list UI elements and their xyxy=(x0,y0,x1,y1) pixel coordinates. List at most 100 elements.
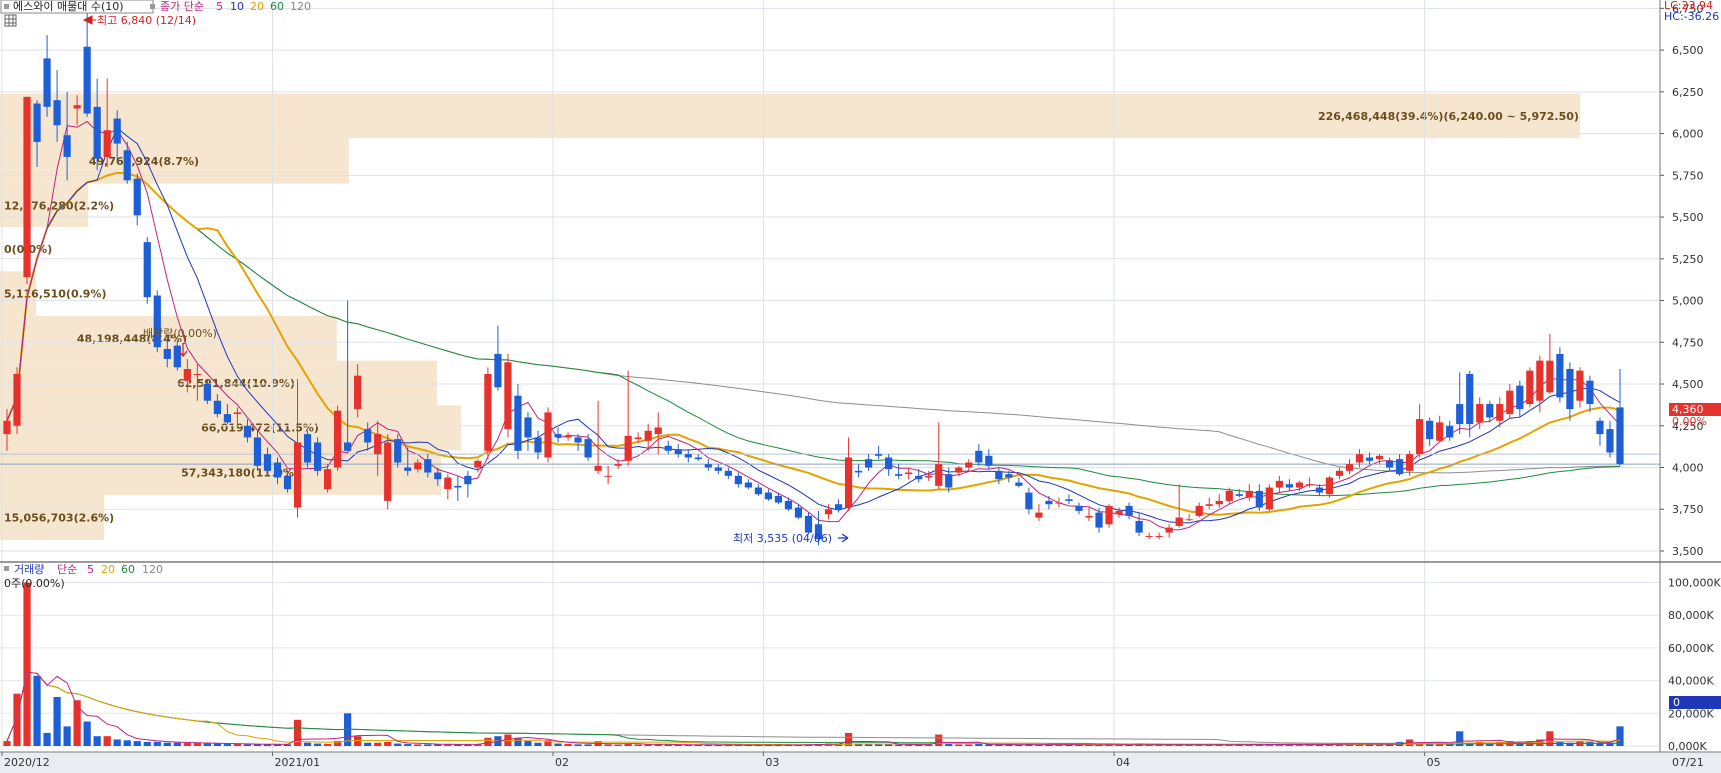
candle-body[interactable] xyxy=(1616,407,1624,465)
candle-body[interactable] xyxy=(1285,484,1293,488)
volume-bar[interactable] xyxy=(203,743,211,746)
candle-body[interactable] xyxy=(404,467,412,471)
volume-bar[interactable] xyxy=(364,742,372,746)
candle-body[interactable] xyxy=(444,477,452,490)
candle-body[interactable] xyxy=(1436,422,1444,441)
candle-body[interactable] xyxy=(23,96,31,278)
candle-body[interactable] xyxy=(915,475,923,480)
candle-body[interactable] xyxy=(1456,404,1464,425)
ma-legend-120[interactable]: 120 xyxy=(290,0,311,13)
volume-bar[interactable] xyxy=(414,744,422,746)
candle-body[interactable] xyxy=(784,500,793,510)
volume-bar[interactable] xyxy=(614,744,622,746)
candle-body[interactable] xyxy=(424,459,432,473)
volume-bar[interactable] xyxy=(183,743,191,746)
candle-body[interactable] xyxy=(824,509,833,515)
candle-body[interactable] xyxy=(905,472,913,475)
volume-bar[interactable] xyxy=(103,736,111,746)
candle-body[interactable] xyxy=(965,462,973,468)
candle-body[interactable] xyxy=(1486,404,1494,418)
volume-bar[interactable] xyxy=(384,741,392,746)
candle-body[interactable] xyxy=(794,507,803,518)
candle-body[interactable] xyxy=(93,106,101,159)
candle-body[interactable] xyxy=(504,362,512,430)
candle-body[interactable] xyxy=(1586,380,1594,405)
candle-body[interactable] xyxy=(1446,425,1454,438)
candle-body[interactable] xyxy=(534,437,542,453)
candle-body[interactable] xyxy=(1245,490,1253,498)
vol-ma-legend-60[interactable]: 60 xyxy=(121,563,135,576)
candle-body[interactable] xyxy=(1005,474,1013,478)
candle-body[interactable] xyxy=(895,474,903,476)
volume-bar[interactable] xyxy=(193,743,201,746)
candle-body[interactable] xyxy=(664,445,672,451)
candle-body[interactable] xyxy=(1385,460,1394,468)
candle-body[interactable] xyxy=(474,460,482,468)
volume-bar[interactable] xyxy=(885,744,893,746)
candle-body[interactable] xyxy=(684,454,692,458)
candle-body[interactable] xyxy=(1325,477,1334,495)
candle-body[interactable] xyxy=(1516,385,1524,410)
candle-body[interactable] xyxy=(334,410,342,468)
candle-body[interactable] xyxy=(1075,505,1083,511)
candle-body[interactable] xyxy=(1395,459,1404,475)
volume-bar[interactable] xyxy=(133,741,141,746)
candle-body[interactable] xyxy=(774,495,783,503)
candle-body[interactable] xyxy=(323,469,332,490)
candle-body[interactable] xyxy=(1185,519,1193,521)
candle-body[interactable] xyxy=(1416,419,1424,455)
candle-body[interactable] xyxy=(183,368,191,381)
volume-bar[interactable] xyxy=(313,743,322,746)
volume-bar[interactable] xyxy=(243,744,252,746)
volume-bar[interactable] xyxy=(584,744,592,746)
candle-body[interactable] xyxy=(875,454,883,456)
volume-bar[interactable] xyxy=(524,741,532,746)
candle-body[interactable] xyxy=(614,464,622,466)
candle-body[interactable] xyxy=(464,475,472,485)
candle-body[interactable] xyxy=(63,135,71,157)
candle-body[interactable] xyxy=(674,449,682,455)
candle-body[interactable] xyxy=(13,374,21,426)
candle-body[interactable] xyxy=(193,374,201,375)
candle-body[interactable] xyxy=(1536,360,1544,401)
volume-bar[interactable] xyxy=(113,739,121,746)
candle-body[interactable] xyxy=(1225,490,1233,501)
candle-body[interactable] xyxy=(1526,370,1534,405)
candle-body[interactable] xyxy=(1596,420,1604,435)
candle-body[interactable] xyxy=(73,105,81,109)
candle-body[interactable] xyxy=(43,58,51,107)
candle-body[interactable] xyxy=(544,412,552,458)
volume-bar[interactable] xyxy=(374,742,382,746)
volume-bar[interactable] xyxy=(394,743,402,746)
volume-bar[interactable] xyxy=(53,696,61,746)
volume-bar[interactable] xyxy=(564,744,572,746)
candle-body[interactable] xyxy=(484,374,492,451)
candle-body[interactable] xyxy=(163,348,171,359)
candle-body[interactable] xyxy=(1606,429,1614,453)
candle-body[interactable] xyxy=(203,384,211,401)
candle-body[interactable] xyxy=(103,130,111,157)
candle-body[interactable] xyxy=(253,437,262,466)
volume-bar[interactable] xyxy=(935,734,943,746)
candle-body[interactable] xyxy=(1546,360,1554,393)
candle-body[interactable] xyxy=(624,435,632,461)
vol-ma-legend-20[interactable]: 20 xyxy=(101,563,115,576)
candle-body[interactable] xyxy=(985,455,993,466)
candle-body[interactable] xyxy=(1255,490,1263,508)
volume-bar[interactable] xyxy=(664,744,672,746)
candle-body[interactable] xyxy=(1125,505,1133,516)
volume-bar[interactable] xyxy=(63,726,71,746)
candle-body[interactable] xyxy=(33,103,41,142)
candle-body[interactable] xyxy=(1015,482,1023,486)
candle-body[interactable] xyxy=(173,345,181,368)
candle-body[interactable] xyxy=(1045,500,1053,505)
volume-bar[interactable] xyxy=(975,744,983,746)
candle-body[interactable] xyxy=(3,420,11,435)
candle-body[interactable] xyxy=(384,442,392,501)
candle-body[interactable] xyxy=(263,454,272,471)
candle-body[interactable] xyxy=(1055,502,1063,504)
candle-body[interactable] xyxy=(885,457,893,470)
volume-bar[interactable] xyxy=(424,744,432,746)
candle-body[interactable] xyxy=(303,434,312,463)
volume-bar[interactable] xyxy=(33,675,41,746)
